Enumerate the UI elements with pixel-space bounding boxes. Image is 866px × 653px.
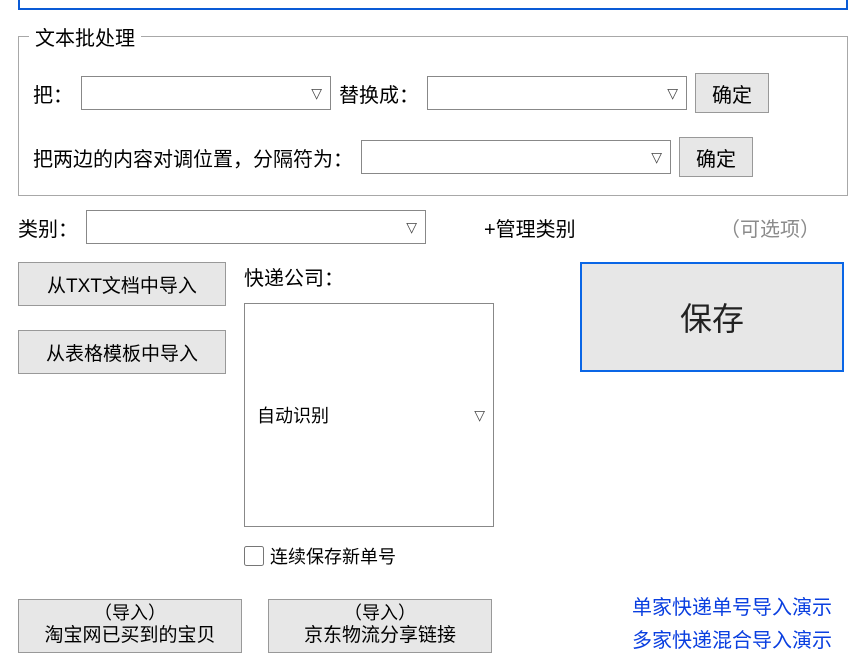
- import-taobao-button[interactable]: （导入） 淘宝网已买到的宝贝: [18, 599, 242, 653]
- replace-confirm-button[interactable]: 确定: [695, 73, 769, 113]
- courier-column: 快递公司： 自动识别 ▽ 连续保存新单号: [244, 262, 494, 569]
- import-jd-button[interactable]: （导入） 京东物流分享链接: [268, 599, 492, 653]
- jd-import-line2: 京东物流分享链接: [269, 624, 491, 648]
- optional-label: （可选项）: [720, 213, 820, 242]
- multi-courier-demo-link[interactable]: 多家快递混合导入演示: [632, 624, 832, 653]
- replace-from-combo[interactable]: ▽: [81, 76, 331, 110]
- continuous-save-checkbox[interactable]: [244, 546, 264, 566]
- courier-label: 快递公司：: [244, 262, 494, 291]
- category-label: 类别：: [18, 213, 78, 242]
- swap-label: 把两边的内容对调位置，分隔符为：: [33, 143, 353, 172]
- chevron-down-icon: ▽: [667, 85, 678, 102]
- save-button[interactable]: 保存: [580, 262, 844, 372]
- lower-area: 从TXT文档中导入 从表格模板中导入 快递公司： 自动识别 ▽ 连续保存新单号 …: [18, 262, 848, 569]
- chevron-down-icon: ▽: [311, 85, 322, 102]
- batch-group-title: 文本批处理: [29, 22, 141, 51]
- swap-confirm-button[interactable]: 确定: [679, 137, 753, 177]
- continuous-save-label: 连续保存新单号: [270, 543, 396, 569]
- bottom-row: （导入） 淘宝网已买到的宝贝 （导入） 京东物流分享链接 单家快递单号导入演示 …: [18, 591, 848, 653]
- import-from-template-button[interactable]: 从表格模板中导入: [18, 330, 226, 374]
- swap-row: 把两边的内容对调位置，分隔符为： ▽ 确定: [33, 137, 833, 177]
- text-batch-group: 文本批处理 把： ▽ 替换成： ▽ 确定 把两边的内容对调位置，分隔符为： ▽ …: [18, 22, 848, 196]
- top-border-frame: [18, 0, 848, 10]
- import-buttons-column: 从TXT文档中导入 从表格模板中导入: [18, 262, 226, 569]
- manage-category-link[interactable]: +管理类别: [484, 213, 576, 242]
- replace-from-label: 把：: [33, 79, 73, 108]
- courier-combo[interactable]: 自动识别 ▽: [244, 303, 494, 527]
- swap-delimiter-combo[interactable]: ▽: [361, 140, 671, 174]
- chevron-down-icon: ▽: [474, 407, 485, 424]
- save-column: 保存: [512, 262, 848, 569]
- taobao-import-line2: 淘宝网已买到的宝贝: [19, 624, 241, 648]
- chevron-down-icon: ▽: [406, 219, 417, 236]
- jd-import-line1: （导入）: [269, 602, 491, 625]
- replace-to-label: 替换成：: [339, 79, 419, 108]
- taobao-import-line1: （导入）: [19, 602, 241, 625]
- single-courier-demo-link[interactable]: 单家快递单号导入演示: [632, 591, 832, 620]
- demo-links-column: 单家快递单号导入演示 多家快递混合导入演示: [632, 591, 832, 653]
- import-from-txt-button[interactable]: 从TXT文档中导入: [18, 262, 226, 306]
- category-combo[interactable]: ▽: [86, 210, 426, 244]
- category-row: 类别： ▽ +管理类别 （可选项）: [18, 210, 848, 244]
- replace-to-combo[interactable]: ▽: [427, 76, 687, 110]
- replace-row: 把： ▽ 替换成： ▽ 确定: [33, 73, 833, 113]
- chevron-down-icon: ▽: [651, 149, 662, 166]
- courier-selected: 自动识别: [253, 402, 474, 428]
- continuous-save-row: 连续保存新单号: [244, 543, 494, 569]
